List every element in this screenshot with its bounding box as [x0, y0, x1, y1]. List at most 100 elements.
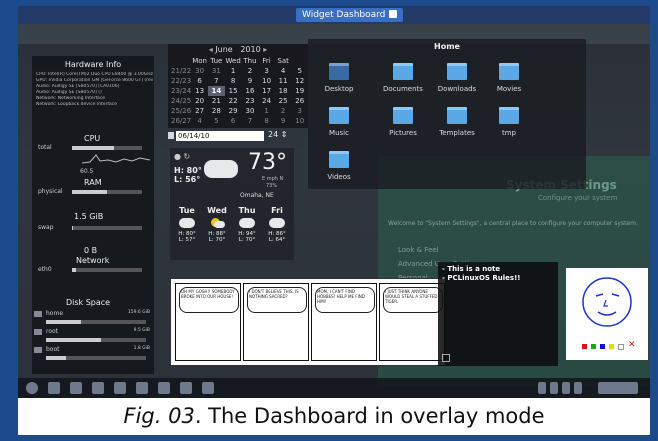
tray-icon[interactable]	[538, 382, 546, 394]
calendar-week-row: 26/27 4 5 6 7 8 9 10	[171, 116, 308, 126]
launcher-icon[interactable]	[136, 382, 148, 394]
note-text[interactable]: - This is a note - PCLinuxOS Rules!!	[438, 262, 558, 286]
calendar-day[interactable]: 18	[275, 86, 292, 96]
calendar-day[interactable]: 16	[242, 86, 259, 96]
calendar-day[interactable]: 12	[291, 76, 308, 86]
weather-widget: ● ↻ 73° H: 80° L: 56° E mph N 73% Omaha,…	[170, 148, 294, 260]
dashboard-title-tab[interactable]: Widget Dashboard	[296, 8, 404, 22]
launcher-icon[interactable]	[202, 382, 214, 394]
calendar-day[interactable]: 23	[242, 96, 259, 106]
calendar-day[interactable]: 3	[258, 66, 274, 76]
drive-icon	[34, 347, 42, 353]
calendar-day[interactable]: 26	[291, 96, 308, 106]
calendar-day[interactable]: 10	[258, 76, 274, 86]
color-swatch[interactable]	[609, 344, 614, 349]
calendar-day[interactable]: 10	[291, 116, 308, 126]
calendar-day[interactable]: 13	[191, 86, 208, 96]
calendar-day[interactable]: 6	[225, 116, 242, 126]
launcher-icon[interactable]	[48, 382, 60, 394]
launcher-icon[interactable]	[92, 382, 104, 394]
calendar-day[interactable]: 11	[275, 76, 292, 86]
next-month-button[interactable]: ▸	[263, 45, 267, 54]
folder-item-videos[interactable]: Videos	[308, 151, 370, 181]
launcher-icon[interactable]	[70, 382, 82, 394]
menu-icon[interactable]	[26, 382, 38, 394]
settings-item-look[interactable]: Look & Feel	[398, 246, 439, 254]
calendar-day[interactable]: 4	[275, 66, 292, 76]
calendar-day[interactable]: 22	[225, 96, 242, 106]
calendar-day[interactable]: 7	[242, 116, 259, 126]
folder-item-music[interactable]: Music	[308, 107, 370, 137]
folder-icon	[329, 107, 349, 124]
calendar-day[interactable]: 1	[225, 66, 242, 76]
calendar-day[interactable]: 3	[291, 106, 308, 116]
folder-item-documents[interactable]: Documents	[372, 63, 434, 93]
calendar-day[interactable]: 19	[291, 86, 308, 96]
folder-item-tmp[interactable]: tmp	[478, 107, 540, 137]
info-icon[interactable]: ●	[174, 152, 181, 161]
time-spinner[interactable]: 24 ⇕	[268, 130, 287, 139]
spinner-icon[interactable]: ⇕	[281, 130, 288, 139]
tray-icon[interactable]	[574, 382, 582, 394]
calendar-day[interactable]: 8	[225, 76, 242, 86]
launcher-icon[interactable]	[158, 382, 170, 394]
note-format-icon[interactable]	[442, 354, 450, 362]
calendar-day[interactable]: 31	[208, 66, 225, 76]
calendar-day[interactable]: 2	[275, 106, 292, 116]
calendar-day[interactable]: 5	[291, 66, 308, 76]
calendar-day[interactable]: 9	[275, 116, 292, 126]
disk-size: 159.6 GiB	[127, 310, 150, 315]
date-time-row: 06/14/10 24 ⇕	[168, 129, 292, 143]
calendar-year[interactable]: 2010	[240, 45, 260, 54]
drawing-board-widget[interactable]: ✕	[566, 268, 648, 360]
calendar-day[interactable]: 1	[258, 106, 274, 116]
note-widget[interactable]: - This is a note - PCLinuxOS Rules!!	[438, 262, 558, 366]
launcher-icon[interactable]	[180, 382, 192, 394]
calendar-day[interactable]: 17	[258, 86, 274, 96]
prev-month-button[interactable]: ◂	[209, 45, 213, 54]
color-swatch[interactable]	[600, 344, 605, 349]
calendar-day[interactable]: 30	[191, 66, 208, 76]
settings-welcome: Welcome to "System Settings", a central …	[388, 220, 638, 227]
calendar-header: ◂ June 2010 ▸	[168, 44, 308, 56]
calendar-day[interactable]: 9	[242, 76, 259, 86]
calendar-month[interactable]: June	[215, 45, 232, 54]
calendar-day[interactable]: 15	[225, 86, 242, 96]
week-number: 23/24	[171, 87, 192, 95]
calendar-day[interactable]: 6	[191, 76, 208, 86]
calendar-day[interactable]: 28	[208, 106, 225, 116]
date-input[interactable]: 06/14/10	[176, 131, 264, 141]
calendar-day[interactable]: 5	[208, 116, 225, 126]
close-icon[interactable]	[389, 10, 398, 18]
calendar-day[interactable]: 30	[242, 106, 259, 116]
folder-item-movies[interactable]: Movies	[478, 63, 540, 93]
calendar-day[interactable]: 29	[225, 106, 242, 116]
color-swatch[interactable]	[618, 344, 624, 350]
calendar-day[interactable]: 8	[258, 116, 274, 126]
folder-item-desktop[interactable]: Desktop	[308, 63, 370, 93]
calendar-icon	[168, 132, 174, 139]
color-swatch[interactable]	[591, 344, 596, 349]
tray-icon[interactable]	[550, 382, 558, 394]
folder-icon	[499, 63, 519, 80]
disk-name: home	[46, 310, 64, 317]
calendar-day[interactable]: 27	[191, 106, 208, 116]
calendar-day[interactable]: 4	[191, 116, 208, 126]
launcher-icon[interactable]	[114, 382, 126, 394]
clock-widget[interactable]	[598, 382, 638, 394]
calendar-day[interactable]: 14	[208, 86, 225, 96]
calendar-day[interactable]: 7	[208, 76, 225, 86]
color-swatch[interactable]	[582, 344, 587, 349]
clear-icon[interactable]: ✕	[628, 340, 636, 350]
folder-item-pictures[interactable]: Pictures	[372, 107, 434, 137]
tray-icon[interactable]	[562, 382, 570, 394]
calendar-day[interactable]: 25	[275, 96, 292, 106]
cpu-meter	[72, 146, 142, 150]
calendar-day[interactable]: 24	[258, 96, 274, 106]
week-column-header	[171, 56, 191, 66]
calendar-day[interactable]: 20	[191, 96, 208, 106]
drive-icon	[34, 329, 42, 335]
calendar-day[interactable]: 21	[208, 96, 225, 106]
calendar-day[interactable]: 2	[242, 66, 259, 76]
refresh-icon[interactable]: ↻	[184, 152, 191, 161]
